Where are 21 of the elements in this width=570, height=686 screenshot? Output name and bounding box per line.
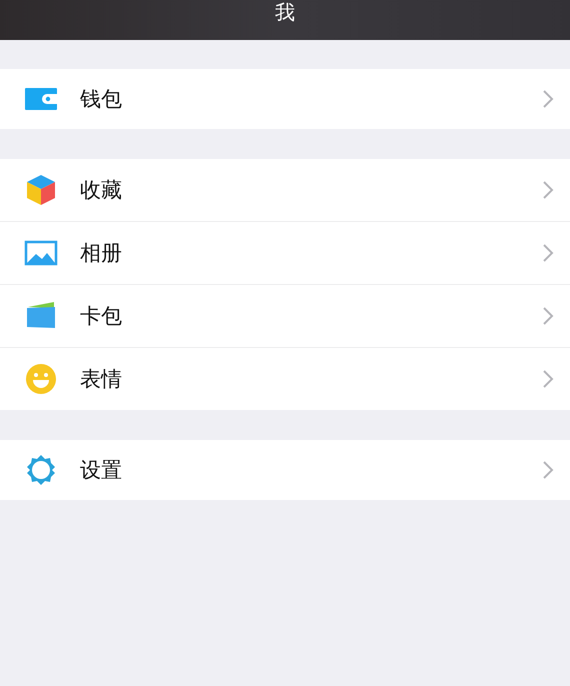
smiley-icon [24,362,58,396]
menu-item[interactable]: 设置 [0,440,570,500]
menu-item[interactable]: 表情 [0,347,570,410]
page-title: 我 [275,0,295,24]
chevron-icon [542,89,554,109]
menu-item-label: 卡包 [80,303,123,330]
menu-item-label: 表情 [80,366,123,393]
menu-item-label: 相册 [80,240,123,267]
chevron-icon [542,180,554,200]
menu-item-label: 设置 [80,457,123,484]
chevron-icon [542,306,554,326]
cube-icon [24,173,58,207]
chevron-icon [542,243,554,263]
menu-item[interactable]: 钱包 [0,69,570,129]
chevron-icon [542,460,554,480]
menu-item-label: 钱包 [80,86,123,113]
chevron-icon [542,369,554,389]
menu-item-label: 收藏 [80,177,123,204]
menu-item[interactable]: 收藏 [0,159,570,221]
menu-item[interactable]: 相册 [0,221,570,284]
menu-item[interactable]: 卡包 [0,284,570,347]
